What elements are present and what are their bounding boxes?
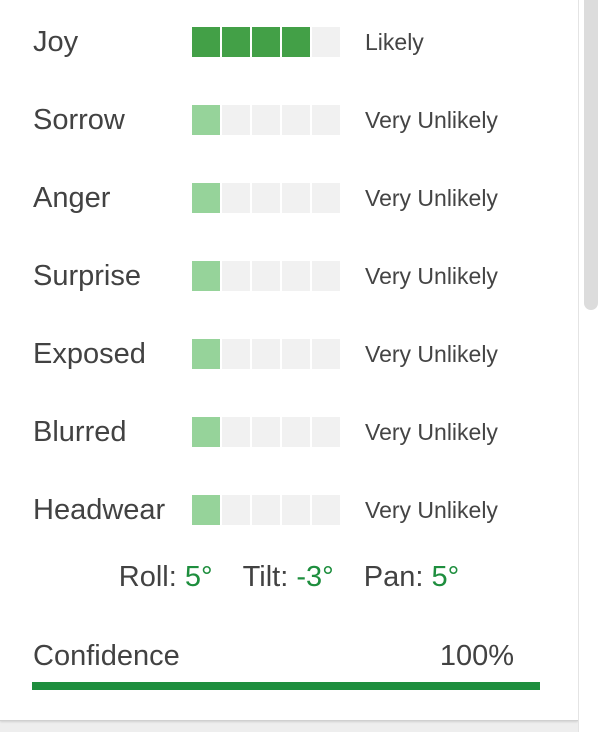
likelihood-text: Very Unlikely (365, 419, 498, 445)
meter-segment (192, 183, 220, 213)
attribute-label: Headwear (33, 494, 166, 526)
roll-value: 5° (184, 561, 213, 593)
meter-segment (282, 105, 310, 135)
roll-angle: Roll: 5° (119, 561, 221, 593)
meter-segment (282, 27, 310, 57)
likelihood-row: Headwear Very Unlikely (0, 490, 560, 530)
confidence-bar-fill (32, 682, 540, 690)
likelihood-meter (192, 495, 340, 525)
meter-segment (312, 183, 340, 213)
likelihood-row: Sorrow Very Unlikely (0, 100, 560, 140)
likelihood-meter (192, 105, 340, 135)
likelihood-meter (192, 183, 340, 213)
meter-segment (192, 495, 220, 525)
attribute-label: Surprise (33, 260, 141, 292)
attribute-label: Sorrow (33, 104, 125, 136)
meter-segment (312, 495, 340, 525)
meter-segment (252, 417, 280, 447)
meter-segment (192, 27, 220, 57)
tilt-value: -3° (296, 561, 334, 593)
meter-segment (192, 339, 220, 369)
likelihood-meter (192, 417, 340, 447)
meter-segment (312, 261, 340, 291)
likelihood-meter (192, 27, 340, 57)
meter-segment (192, 261, 220, 291)
likelihood-row: Anger Very Unlikely (0, 178, 560, 218)
likelihood-meter (192, 339, 340, 369)
meter-segment (252, 261, 280, 291)
likelihood-row: Joy Likely (0, 22, 560, 62)
meter-segment (192, 417, 220, 447)
tilt-label: Tilt: (242, 561, 289, 593)
likelihood-meter (192, 261, 340, 291)
meter-segment (252, 27, 280, 57)
attribute-label: Exposed (33, 338, 146, 370)
likelihood-text: Very Unlikely (365, 107, 498, 133)
meter-segment (222, 105, 250, 135)
meter-segment (312, 339, 340, 369)
meter-segment (252, 495, 280, 525)
tilt-angle: Tilt: -3° (243, 561, 342, 593)
attribute-label: Joy (33, 26, 79, 58)
meter-segment (222, 495, 250, 525)
pan-value: 5° (431, 561, 460, 593)
attribute-label: Blurred (33, 416, 127, 448)
likelihood-text: Very Unlikely (365, 263, 498, 289)
meter-segment (312, 27, 340, 57)
meter-segment (282, 261, 310, 291)
likelihood-row: Surprise Very Unlikely (0, 256, 560, 296)
meter-segment (312, 417, 340, 447)
pan-angle: Pan: 5° (364, 561, 459, 593)
confidence-label: Confidence (33, 640, 180, 672)
confidence-value: 100% (439, 640, 514, 672)
meter-segment (252, 339, 280, 369)
likelihood-text: Very Unlikely (365, 185, 498, 211)
likelihood-row: Blurred Very Unlikely (0, 412, 560, 452)
meter-segment (282, 183, 310, 213)
face-attributes-panel: Joy Likely Sorrow Very Unlikely Anger Very Un… (0, 0, 578, 721)
meter-segment (222, 183, 250, 213)
meter-segment (222, 339, 250, 369)
meter-segment (282, 339, 310, 369)
likelihood-text: Very Unlikely (365, 497, 498, 523)
scrollbar-thumb[interactable] (584, 0, 598, 310)
meter-segment (282, 495, 310, 525)
likelihood-row: Exposed Very Unlikely (0, 334, 560, 374)
meter-segment (312, 105, 340, 135)
meter-segment (252, 183, 280, 213)
meter-segment (192, 105, 220, 135)
likelihood-text: Very Unlikely (365, 341, 498, 367)
meter-segment (222, 261, 250, 291)
meter-segment (222, 417, 250, 447)
meter-segment (282, 417, 310, 447)
roll-label: Roll: (118, 561, 177, 593)
meter-segment (222, 27, 250, 57)
likelihood-text: Likely (365, 29, 424, 55)
head-angles: Roll: 5° Tilt: -3° Pan: 5° (0, 557, 578, 597)
confidence-bar (32, 682, 540, 690)
pan-label: Pan: (363, 561, 424, 593)
attribute-label: Anger (33, 182, 111, 214)
meter-segment (252, 105, 280, 135)
